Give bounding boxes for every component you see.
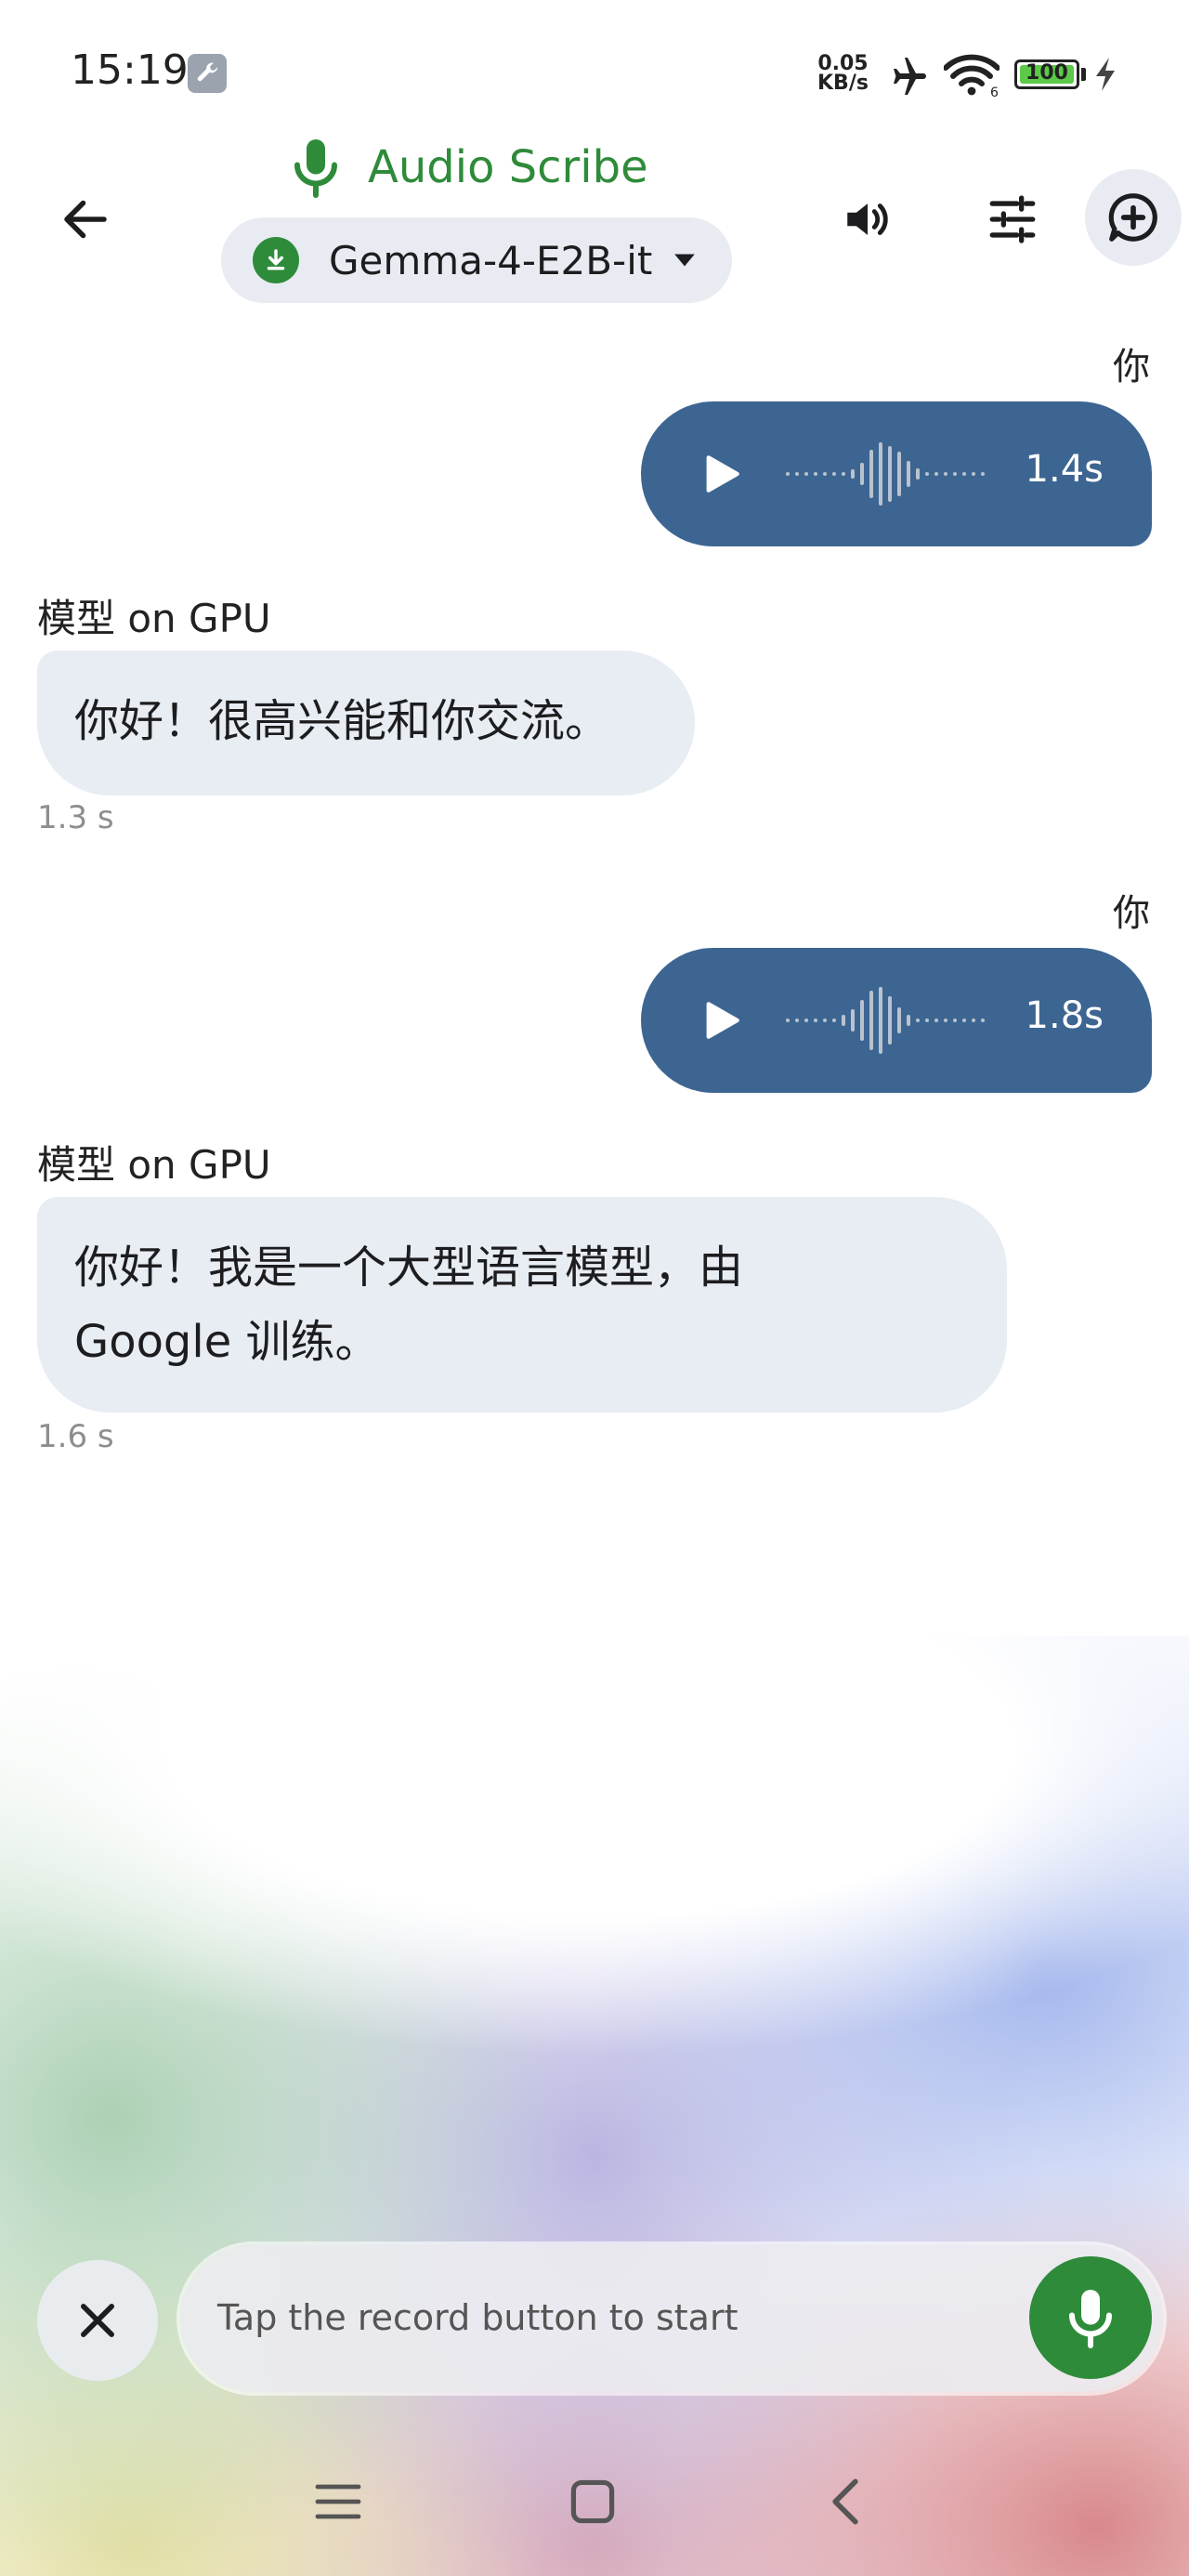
wrench-icon xyxy=(188,54,227,93)
model-message: 你好！我是一个大型语言模型，由 Google 训练。 xyxy=(37,1197,1007,1413)
message-text-line: 你好！我是一个大型语言模型，由 xyxy=(74,1242,744,1294)
mic-icon xyxy=(1069,2290,1112,2348)
user-audio-message[interactable]: 1.8s xyxy=(641,948,1152,1093)
battery-level: 100 xyxy=(1026,61,1068,85)
waveform-icon xyxy=(786,442,985,506)
model-sender-label: 模型 on GPU xyxy=(37,596,271,641)
model-sender-label: 模型 on GPU xyxy=(37,1142,271,1188)
add-chat-icon xyxy=(1108,193,1157,242)
audio-duration: 1.4s xyxy=(1025,448,1104,491)
net-speed-unit: KB/s xyxy=(817,72,869,95)
download-icon xyxy=(253,237,299,283)
nav-back-button[interactable] xyxy=(808,2472,882,2531)
network-speed: 0.05 KB/s xyxy=(817,52,869,95)
sliders-icon xyxy=(989,195,1036,243)
close-icon xyxy=(81,2304,114,2337)
mic-icon xyxy=(294,139,337,198)
status-time: 15:19 xyxy=(71,46,189,94)
play-icon[interactable] xyxy=(700,1000,741,1041)
volume-button[interactable] xyxy=(830,182,905,256)
user-sender-label: 你 xyxy=(1113,346,1150,388)
back-icon xyxy=(832,2478,858,2525)
new-chat-button[interactable] xyxy=(1085,169,1182,266)
message-text-line: Google 训练。 xyxy=(74,1316,380,1368)
record-button[interactable] xyxy=(1029,2256,1152,2379)
battery-icon: 100 xyxy=(1014,59,1079,89)
play-icon[interactable] xyxy=(700,453,741,494)
waveform-icon xyxy=(786,987,985,1054)
airplane-icon xyxy=(894,58,926,95)
model-name: Gemma-4-E2B-it xyxy=(329,237,653,283)
home-icon xyxy=(570,2479,615,2524)
user-audio-message[interactable]: 1.4s xyxy=(641,401,1152,546)
wifi-icon: 6 xyxy=(944,54,1000,99)
back-button[interactable] xyxy=(48,182,123,256)
settings-button[interactable] xyxy=(975,182,1050,256)
audio-duration: 1.8s xyxy=(1025,994,1104,1037)
model-message: 你好！很高兴能和你交流。 xyxy=(37,651,695,795)
app-title-row: Audio Scribe xyxy=(288,138,648,198)
background-gradient xyxy=(0,1636,1189,2576)
svg-text:6: 6 xyxy=(990,85,999,99)
menu-icon xyxy=(315,2484,361,2519)
charging-icon xyxy=(1096,58,1115,91)
record-placeholder: Tap the record button to start xyxy=(217,2297,738,2338)
back-arrow-icon xyxy=(64,200,107,239)
message-text-line: 你好！很高兴能和你交流。 xyxy=(74,695,610,747)
model-selector[interactable]: Gemma-4-E2B-it xyxy=(221,217,732,303)
user-sender-label: 你 xyxy=(1113,892,1150,935)
record-input-bar[interactable]: Tap the record button to start xyxy=(180,2245,1163,2392)
net-speed-value: 0.05 xyxy=(817,52,869,75)
response-latency: 1.6 s xyxy=(37,1418,114,1455)
response-latency: 1.3 s xyxy=(37,799,114,836)
battery-cap xyxy=(1081,68,1086,81)
caret-down-icon xyxy=(674,254,696,267)
nav-menu-button[interactable] xyxy=(301,2472,375,2531)
volume-icon xyxy=(847,204,888,235)
nav-home-button[interactable] xyxy=(555,2472,630,2531)
cancel-button[interactable] xyxy=(37,2260,158,2381)
app-title: Audio Scribe xyxy=(368,141,648,193)
